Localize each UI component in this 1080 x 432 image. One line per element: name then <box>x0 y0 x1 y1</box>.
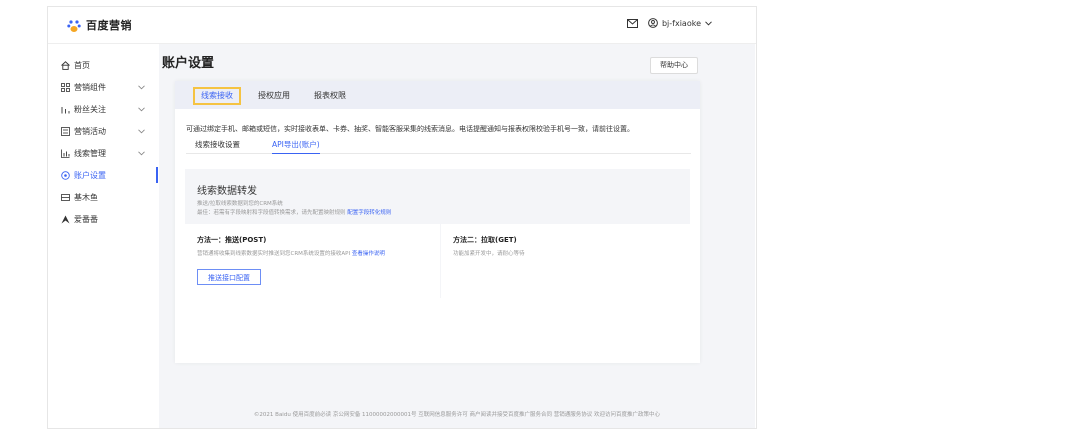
section-title: 线索数据转发 <box>197 186 257 197</box>
sidebar-item-label: 营销活动 <box>74 126 106 136</box>
section-description: 推送/拉取线索数据到您的CRM系统 <box>197 201 283 207</box>
home-icon <box>60 60 70 70</box>
method-push-desc: 营销通将收集到线索数据实时推送到您CRM系统设置的接收API 查看操作说明 <box>197 249 385 257</box>
main-content: 账户设置 帮助中心 线索接收 授权应用 报表权限 可通过绑定手机、邮箱或短信，实… <box>159 44 755 428</box>
operation-guide-link[interactable]: 查看操作说明 <box>352 251 385 257</box>
sidebar-item-marketing-components[interactable]: 营销组件 <box>48 76 158 98</box>
user-icon <box>648 18 658 28</box>
lead-forward-panel: 线索数据转发 推送/拉取线索数据到您的CRM系统 最佳：若需有字段映射和字段值转… <box>185 169 690 298</box>
sidebar-item-home[interactable]: 首页 <box>48 54 158 76</box>
help-center-button[interactable]: 帮助中心 <box>650 57 698 74</box>
settings-card: 线索接收 授权应用 报表权限 可通过绑定手机、邮箱或短信，实时接收表单、卡券、抽… <box>175 81 700 363</box>
tab-bar: 线索接收 授权应用 报表权限 <box>175 81 700 109</box>
subtab-lead-settings[interactable]: 线索接收设置 <box>195 139 240 150</box>
section-note: 最佳：若需有字段映射和字段值转换需求，请先配置映射规则 配置字段转化规则 <box>197 208 391 216</box>
push-config-button[interactable]: 推送接口配置 <box>197 269 261 285</box>
mail-icon[interactable] <box>626 18 638 28</box>
sidebar-item-label: 首页 <box>74 60 90 70</box>
aff-icon <box>60 214 70 224</box>
sidebar-item-leads[interactable]: 线索管理 <box>48 142 158 164</box>
sidebar-item-label: 爱番番 <box>74 214 98 224</box>
paw-logo-icon <box>67 18 81 32</box>
chevron-down-icon <box>138 105 145 114</box>
method-pull-title: 方法二：拉取(GET) <box>453 236 517 244</box>
sub-tab-bar: 线索接收设置 API导出(账户) <box>186 139 691 154</box>
sidebar: 首页 营销组件 粉丝关注 营销活动 线索管理 账户设置 基木鱼 爱番番 <box>48 44 158 428</box>
section-note-text: 最佳：若需有字段映射和字段值转换需求，请先配置映射规则 <box>197 210 346 216</box>
field-rule-link[interactable]: 配置字段转化规则 <box>347 210 391 216</box>
fish-icon <box>60 192 70 202</box>
top-bar: 百度营销 bj-fxiaoke <box>48 7 756 44</box>
brand-name: 百度营销 <box>86 19 132 32</box>
method-pull-card: 方法二：拉取(GET) 功能加紧开发中，请耐心等待 <box>441 224 690 298</box>
tab-report-permissions[interactable]: 报表权限 <box>307 87 353 105</box>
subtab-api-export[interactable]: API导出(账户) <box>272 139 320 154</box>
sidebar-item-label: 账户设置 <box>74 170 106 180</box>
sidebar-item-activities[interactable]: 营销活动 <box>48 120 158 142</box>
brand-logo[interactable]: 百度营销 <box>67 17 132 33</box>
sidebar-item-account-settings[interactable]: 账户设置 <box>48 164 158 186</box>
chart-icon <box>60 148 70 158</box>
footer-text: ©2021 Baidu 使用百度前必读 京公网安备 11000002000001… <box>253 412 661 418</box>
sidebar-item-aifanfan[interactable]: 爱番番 <box>48 208 158 230</box>
method-pull-desc: 功能加紧开发中，请耐心等待 <box>453 251 525 257</box>
methods-row: 方法一：推送(POST) 营销通将收集到线索数据实时推送到您CRM系统设置的接收… <box>185 224 690 298</box>
user-name: bj-fxiaoke <box>661 18 701 28</box>
method-push-card: 方法一：推送(POST) 营销通将收集到线索数据实时推送到您CRM系统设置的接收… <box>185 224 440 298</box>
user-menu[interactable]: bj-fxiaoke <box>648 18 712 28</box>
tab-lead-receive[interactable]: 线索接收 <box>193 87 241 105</box>
activity-icon <box>60 126 70 136</box>
grid-icon <box>60 82 70 92</box>
notice-text: 可通过绑定手机、邮箱或短信，实时接收表单、卡券、抽奖、智能客服采集的线索消息。电… <box>186 125 634 133</box>
tab-authorized-apps[interactable]: 授权应用 <box>251 87 297 105</box>
page-title: 账户设置 <box>162 56 215 71</box>
sidebar-item-label: 粉丝关注 <box>74 104 106 114</box>
chevron-down-icon <box>705 19 712 28</box>
chevron-down-icon <box>138 83 145 92</box>
chevron-down-icon <box>138 127 145 136</box>
settings-icon <box>60 170 70 180</box>
sidebar-item-jimuyu[interactable]: 基木鱼 <box>48 186 158 208</box>
sidebar-item-label: 营销组件 <box>74 82 106 92</box>
app-window: 百度营销 bj-fxiaoke 首页 营销组件 粉丝关注 营销活动 线索管理 账… <box>47 6 757 429</box>
sidebar-item-label: 基木鱼 <box>74 192 98 202</box>
bar-icon <box>60 104 70 114</box>
method-push-title: 方法一：推送(POST) <box>197 236 267 244</box>
sidebar-item-label: 线索管理 <box>74 148 106 158</box>
method-push-desc-text: 营销通将收集到线索数据实时推送到您CRM系统设置的接收API <box>197 251 351 257</box>
chevron-down-icon <box>138 149 145 158</box>
sidebar-item-fans[interactable]: 粉丝关注 <box>48 98 158 120</box>
